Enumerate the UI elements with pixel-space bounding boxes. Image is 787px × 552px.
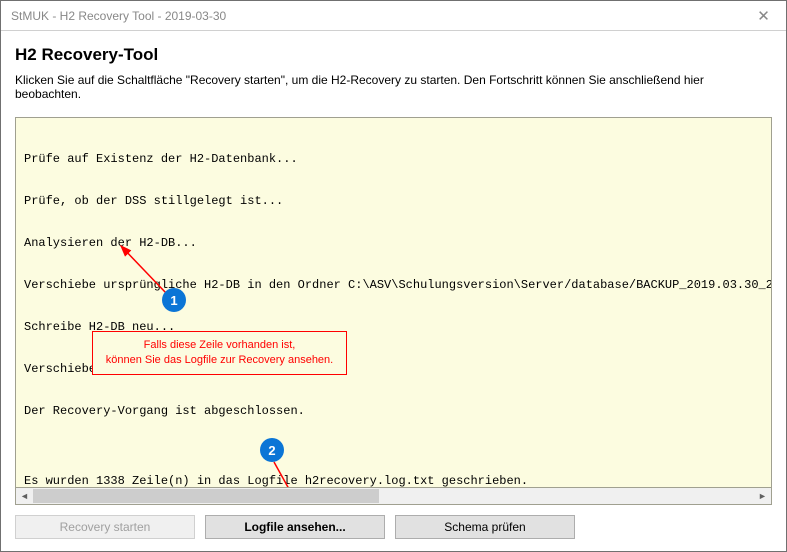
log-line: Prüfe auf Existenz der H2-Datenbank... — [24, 152, 763, 166]
horizontal-scrollbar[interactable]: ◄ ► — [15, 488, 772, 505]
window-title: StMUK - H2 Recovery Tool - 2019-03-30 — [11, 9, 226, 23]
app-window: StMUK - H2 Recovery Tool - 2019-03-30 ✕ … — [0, 0, 787, 552]
chevron-left-icon: ◄ — [20, 491, 29, 501]
chevron-right-icon: ► — [758, 491, 767, 501]
recovery-start-button: Recovery starten — [15, 515, 195, 539]
log-line: Verschiebe ursprüngliche H2-DB in den Or… — [24, 278, 763, 292]
button-row: Recovery starten Logfile ansehen... Sche… — [1, 505, 786, 551]
log-text: Prüfe auf Existenz der H2-Datenbank... P… — [16, 118, 771, 488]
scroll-right-button[interactable]: ► — [754, 488, 771, 504]
annotation-box-line: Falls diese Zeile vorhanden ist, — [103, 338, 336, 353]
annotation-box: Falls diese Zeile vorhanden ist, können … — [92, 331, 347, 375]
log-line: Prüfe, ob der DSS stillgelegt ist... — [24, 194, 763, 208]
header: H2 Recovery-Tool Klicken Sie auf die Sch… — [1, 31, 786, 107]
scroll-left-button[interactable]: ◄ — [16, 488, 33, 504]
scroll-track[interactable] — [33, 488, 754, 504]
log-line: Der Recovery-Vorgang ist abgeschlossen. — [24, 404, 763, 418]
log-line: Es wurden 1338 Zeile(n) in das Logfile h… — [24, 474, 763, 488]
page-subtitle: Klicken Sie auf die Schaltfläche "Recove… — [15, 73, 772, 101]
close-button[interactable]: ✕ — [741, 1, 786, 31]
log-line: Analysieren der H2-DB... — [24, 236, 763, 250]
schema-check-button[interactable]: Schema prüfen — [395, 515, 575, 539]
annotation-box-line: können Sie das Logfile zur Recovery anse… — [103, 353, 336, 368]
titlebar: StMUK - H2 Recovery Tool - 2019-03-30 ✕ — [1, 1, 786, 31]
log-output: Prüfe auf Existenz der H2-Datenbank... P… — [15, 117, 772, 488]
annotation-badge-1: 1 — [162, 288, 186, 312]
scroll-thumb[interactable] — [33, 489, 379, 503]
content: Prüfe auf Existenz der H2-Datenbank... P… — [1, 107, 786, 505]
logfile-view-button[interactable]: Logfile ansehen... — [205, 515, 385, 539]
close-icon: ✕ — [757, 7, 770, 25]
page-title: H2 Recovery-Tool — [15, 45, 772, 65]
annotation-badge-2: 2 — [260, 438, 284, 462]
